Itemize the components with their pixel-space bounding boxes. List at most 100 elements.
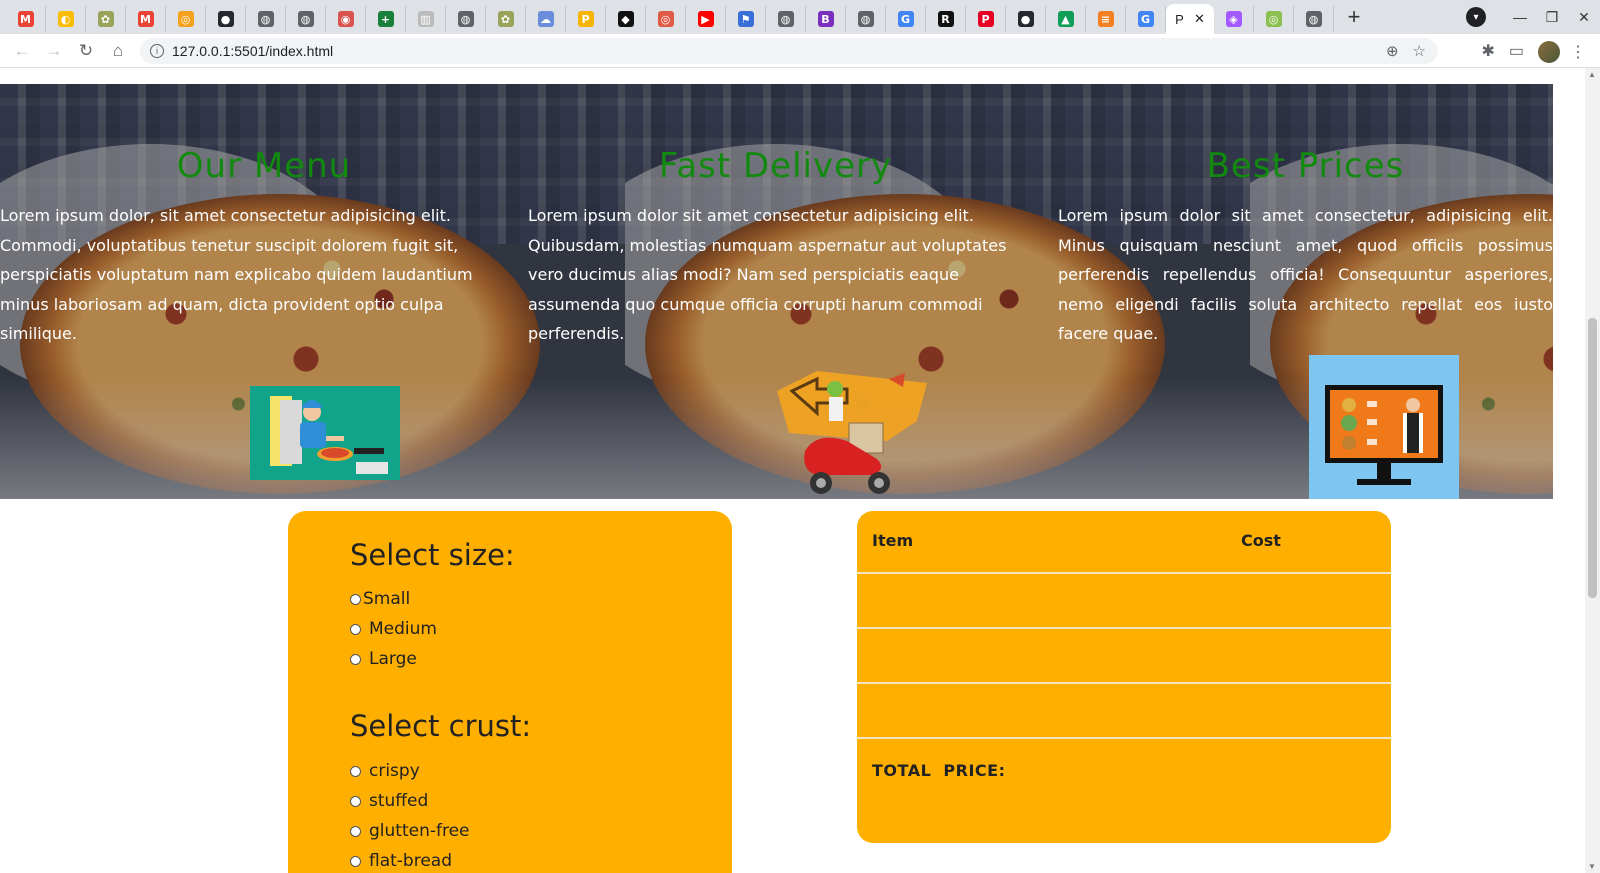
browser-tab[interactable]: ▲ — [1046, 6, 1086, 32]
browser-tab[interactable]: ◍ — [1294, 6, 1334, 32]
globe-icon: ◍ — [777, 11, 794, 27]
restore-icon[interactable]: ❐ — [1536, 9, 1568, 26]
crust-flat-bread-radio[interactable] — [350, 855, 361, 867]
features-section: Our Menu Lorem ipsum dolor, sit amet con… — [0, 84, 1553, 499]
minimize-icon[interactable]: — — [1504, 9, 1536, 25]
browser-tab[interactable]: G — [886, 6, 926, 32]
browser-tab[interactable]: ⚑ — [726, 6, 766, 32]
browser-tab[interactable]: ◎ — [166, 6, 206, 32]
browser-tab[interactable]: ● — [206, 6, 246, 32]
browser-tab[interactable]: R — [926, 6, 966, 32]
crust-flat-bread-label: flat-bread — [369, 851, 452, 871]
column-header-cost: Cost — [1241, 531, 1281, 550]
crust-option-gluten-free[interactable]: glutten-free — [350, 821, 470, 841]
r-icon: R — [937, 11, 954, 27]
gmail-icon: M — [137, 11, 154, 27]
pizza-order-form: Select size: Small Medium Large Select c… — [288, 511, 732, 873]
feature-text: Lorem ipsum dolor, sit amet consectetur … — [0, 206, 473, 343]
size-large-radio[interactable] — [350, 653, 361, 665]
crust-stuffed-radio[interactable] — [350, 795, 361, 807]
size-option-medium[interactable]: Medium — [350, 619, 437, 639]
browser-tab[interactable]: ◍ — [446, 6, 486, 32]
pinterest-icon: P — [977, 11, 994, 27]
url-text[interactable]: 127.0.0.1:5501/index.html — [172, 43, 333, 59]
size-small-radio[interactable] — [350, 593, 361, 605]
browser-tab[interactable]: ◎ — [646, 6, 686, 32]
size-option-small[interactable]: Small — [350, 589, 410, 609]
p-icon: P — [577, 11, 594, 27]
crust-option-crispy[interactable]: crispy — [350, 761, 420, 781]
scroll-up-icon[interactable]: ▲ — [1588, 70, 1596, 79]
new-tab-button[interactable]: + — [1340, 3, 1368, 31]
cast-icon[interactable]: ▭ — [1509, 41, 1524, 63]
browser-tab[interactable]: ◉ — [326, 6, 366, 32]
tab-search-icon[interactable]: ▾ — [1466, 7, 1486, 27]
size-heading: Select size: — [350, 538, 515, 572]
close-tab-icon[interactable]: ✕ — [1194, 11, 1205, 27]
menu-kebab-icon[interactable]: ⋮ — [1570, 42, 1586, 62]
stack-icon: ≡ — [1097, 11, 1114, 27]
globe-icon: ◍ — [857, 11, 874, 27]
close-window-icon[interactable]: ✕ — [1568, 9, 1600, 26]
feature-title: Our Menu — [176, 146, 352, 186]
browser-tab[interactable]: ◈ — [1214, 6, 1254, 32]
zoom-icon[interactable]: ⊕ — [1386, 42, 1399, 60]
feature-text: Lorem ipsum dolor sit amet consectetur, … — [1058, 206, 1553, 343]
browser-tab[interactable]: ✿ — [86, 6, 126, 32]
sheets-icon: + — [377, 11, 394, 27]
browser-tab[interactable]: ▶ — [686, 6, 726, 32]
browser-tab[interactable]: ◆ — [606, 6, 646, 32]
google-icon: G — [1137, 11, 1154, 27]
app-icon: ◎ — [1265, 11, 1282, 27]
page-scrollbar[interactable]: ▲ ▼ — [1585, 68, 1600, 873]
browser-tab[interactable]: ☁ — [526, 6, 566, 32]
profile-avatar[interactable] — [1538, 41, 1560, 63]
active-tab[interactable]: P ✕ — [1166, 4, 1214, 34]
crust-option-flat-bread[interactable]: flat-bread — [350, 851, 452, 871]
size-small-label: Small — [363, 589, 411, 609]
globe-icon: ◍ — [457, 11, 474, 27]
browser-tab[interactable]: + — [366, 6, 406, 32]
browser-tab[interactable]: G — [1126, 6, 1166, 32]
scroll-down-icon[interactable]: ▼ — [1588, 862, 1596, 871]
online-order-illustration — [250, 386, 400, 480]
browser-tab[interactable]: ◍ — [246, 6, 286, 32]
crust-gluten-free-radio[interactable] — [350, 825, 361, 837]
browser-tab[interactable]: M — [126, 6, 166, 32]
browser-tab[interactable]: ● — [1006, 6, 1046, 32]
browser-tab[interactable]: P — [966, 6, 1006, 32]
feature-best-prices: Best Prices Lorem ipsum dolor sit amet c… — [1058, 84, 1553, 499]
table-header: Item Cost — [857, 511, 1391, 574]
size-large-label: Large — [369, 649, 417, 669]
extensions-puzzle-icon[interactable]: ✱ — [1481, 41, 1494, 63]
size-option-large[interactable]: Large — [350, 649, 417, 669]
crust-option-stuffed[interactable]: stuffed — [350, 791, 428, 811]
page-viewport: Our Menu Lorem ipsum dolor, sit amet con… — [0, 68, 1553, 873]
app-icon: ◎ — [657, 11, 674, 27]
crust-crispy-radio[interactable] — [350, 765, 361, 777]
github-icon: ● — [217, 11, 234, 27]
address-bar[interactable]: i 127.0.0.1:5501/index.html ⊕ ☆ — [140, 38, 1438, 64]
browser-tab[interactable]: ◎ — [1254, 6, 1294, 32]
flag-icon: ⚑ — [737, 11, 754, 27]
forward-icon[interactable]: → — [38, 41, 70, 61]
browser-tab[interactable]: ◐ — [46, 6, 86, 32]
browser-tab[interactable]: B — [806, 6, 846, 32]
browser-tab[interactable]: ◍ — [286, 6, 326, 32]
reload-icon[interactable]: ↻ — [70, 41, 102, 61]
total-price-label: TOTAL PRICE: — [872, 761, 1006, 780]
bookmark-star-icon[interactable]: ☆ — [1413, 42, 1426, 60]
site-info-icon[interactable]: i — [150, 44, 164, 58]
browser-tab[interactable]: ◍ — [846, 6, 886, 32]
home-icon[interactable]: ⌂ — [102, 41, 134, 61]
size-medium-radio[interactable] — [350, 623, 361, 635]
browser-tab[interactable]: P — [566, 6, 606, 32]
browser-tab[interactable]: ≡ — [1086, 6, 1126, 32]
back-icon[interactable]: ← — [6, 41, 38, 61]
browser-tab[interactable]: M — [6, 6, 46, 32]
browser-tab[interactable]: ◍ — [766, 6, 806, 32]
scrollbar-thumb[interactable] — [1588, 318, 1597, 598]
extension-area: ✱ ▭ — [1481, 41, 1560, 63]
browser-tab[interactable]: ✿ — [486, 6, 526, 32]
browser-tab[interactable]: ▥ — [406, 6, 446, 32]
